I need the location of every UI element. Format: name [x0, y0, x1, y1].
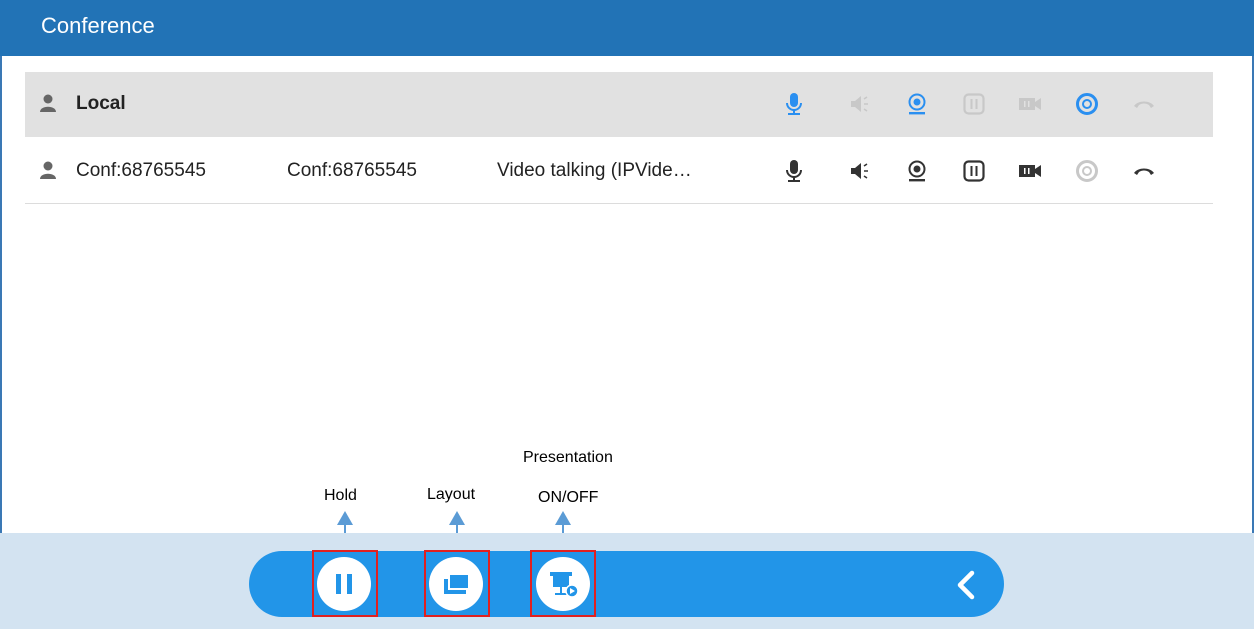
- participant-status: Video talking (IPVide…: [497, 160, 692, 181]
- participant-number: Conf:68765545: [287, 160, 417, 181]
- page-title: Conference: [41, 13, 155, 38]
- title-bar: Conference: [0, 0, 1254, 56]
- highlight-box-hold: [312, 550, 378, 617]
- back-chevron-icon[interactable]: [952, 565, 982, 605]
- hold-icon[interactable]: [962, 159, 986, 183]
- camera-icon[interactable]: [905, 92, 929, 116]
- annotation-presentation-onoff: ON/OFF: [538, 489, 599, 506]
- annotation-hold: Hold: [324, 487, 357, 504]
- hangup-icon[interactable]: [1132, 159, 1156, 183]
- presentation-icon[interactable]: [1075, 159, 1099, 183]
- video-icon[interactable]: [1018, 92, 1042, 116]
- highlight-box-presentation: [530, 550, 596, 617]
- person-icon: [40, 161, 56, 179]
- presentation-icon[interactable]: [1075, 92, 1099, 116]
- hangup-icon[interactable]: [1132, 92, 1156, 116]
- participant-name: Local: [76, 93, 126, 114]
- camera-icon[interactable]: [905, 159, 929, 183]
- video-icon[interactable]: [1018, 159, 1042, 183]
- hold-icon[interactable]: [962, 92, 986, 116]
- person-icon: [40, 94, 56, 112]
- speaker-icon[interactable]: [848, 159, 872, 183]
- highlight-box-layout: [424, 550, 490, 617]
- speaker-icon[interactable]: [848, 92, 872, 116]
- participant-name: Conf:68765545: [76, 160, 206, 181]
- annotation-presentation: Presentation: [523, 449, 613, 466]
- mic-icon[interactable]: [782, 159, 806, 183]
- annotation-layout: Layout: [427, 486, 476, 503]
- participant-row-local[interactable]: Local: [25, 72, 1213, 137]
- mic-icon[interactable]: [782, 92, 806, 116]
- participant-row-conf[interactable]: Conf:68765545 Conf:68765545 Video talkin…: [25, 139, 1213, 204]
